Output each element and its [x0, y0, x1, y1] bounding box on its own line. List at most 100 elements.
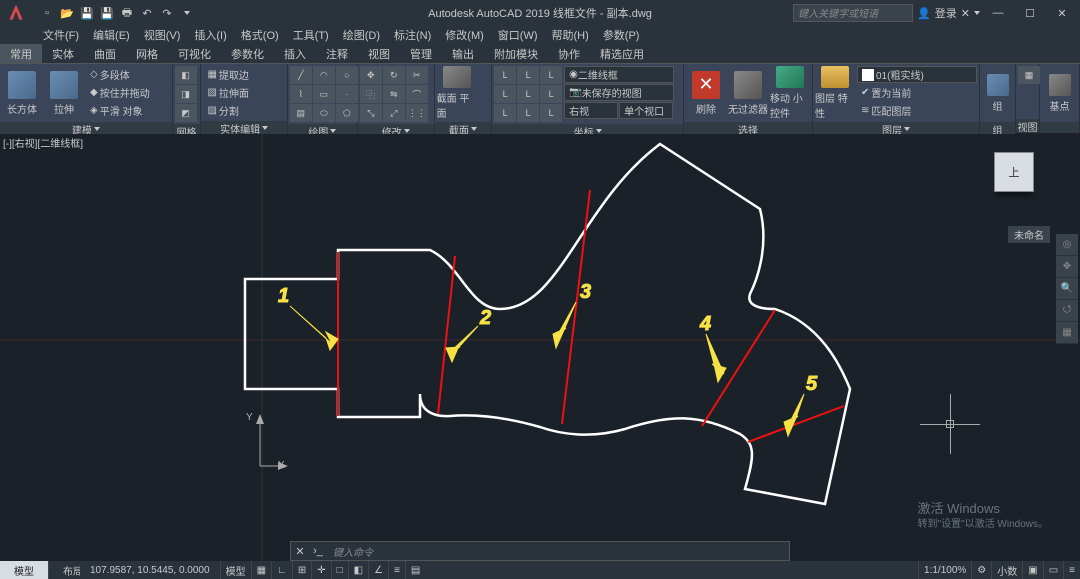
basepoint-button[interactable]: 基点 [1042, 66, 1077, 120]
status-snap-icon[interactable]: ∟ [271, 561, 292, 579]
gizmo-button[interactable]: 移动 小控件 [770, 66, 810, 120]
tab-parametric[interactable]: 参数化 [221, 44, 274, 63]
qat-saveas-icon[interactable]: 💾 [98, 4, 116, 22]
tab-view[interactable]: 视图 [358, 44, 400, 63]
minimize-button[interactable]: — [984, 3, 1012, 23]
menu-modify[interactable]: 修改(M) [438, 26, 491, 44]
qat-undo-icon[interactable]: ↶ [138, 4, 156, 22]
status-osnap-icon[interactable]: □ [331, 561, 348, 579]
exchange-icon[interactable]: ✕ [961, 7, 970, 20]
extrudeface-button[interactable]: ▧ 拉伸面 [203, 84, 252, 101]
tab-featured[interactable]: 精选应用 [590, 44, 654, 63]
ucs-btn6[interactable]: L [540, 85, 562, 103]
status-trans-icon[interactable]: ▤ [405, 561, 425, 579]
mirror-button[interactable]: ⇋ [383, 85, 405, 103]
viewcube-face[interactable]: 上 [994, 152, 1034, 192]
navwheel-icon[interactable]: ◎ [1056, 234, 1078, 256]
menu-format[interactable]: 格式(O) [234, 26, 286, 44]
menu-help[interactable]: 帮助(H) [545, 26, 596, 44]
status-model[interactable]: 模型 [220, 561, 251, 579]
close-button[interactable]: ✕ [1048, 3, 1076, 23]
view-btn[interactable]: ▦ [1018, 66, 1040, 84]
erase-button[interactable]: ✕刷除 [686, 66, 726, 120]
extrude-button[interactable]: 拉伸 [44, 66, 84, 120]
menu-dimension[interactable]: 标注(N) [387, 26, 438, 44]
login-label[interactable]: 登录 [935, 5, 957, 21]
array-button[interactable]: ⋮⋮ [406, 104, 428, 122]
orbit-icon[interactable]: ⭯ [1056, 300, 1078, 322]
nofilter-button[interactable]: 无过滤器 [728, 66, 768, 120]
cmd-close-icon[interactable]: ✕ [291, 542, 309, 560]
box-button[interactable]: 长方体 [2, 66, 42, 120]
ucs-btn3[interactable]: L [540, 66, 562, 84]
command-input[interactable]: 键入命令 [327, 544, 789, 559]
status-decimal[interactable]: 小数 [991, 561, 1022, 579]
sectionplane-button[interactable]: 截面 平面 [437, 66, 477, 120]
poly-button[interactable]: ⬠ [336, 104, 358, 122]
status-3dosnap-icon[interactable]: ◧ [348, 561, 368, 579]
menu-param[interactable]: 参数(P) [596, 26, 647, 44]
matchlayer-button[interactable]: ≋ 匹配图层 [857, 102, 977, 119]
status-iso-icon[interactable]: ▣ [1022, 561, 1042, 579]
tab-home[interactable]: 常用 [0, 44, 42, 63]
command-line[interactable]: ✕ ›_ 键入命令 [290, 541, 790, 561]
menu-window[interactable]: 窗口(W) [491, 26, 545, 44]
tab-insert[interactable]: 插入 [274, 44, 316, 63]
status-custom-icon[interactable]: ≡ [1063, 561, 1080, 579]
status-otrack-icon[interactable]: ∠ [368, 561, 388, 579]
line-button[interactable]: ╱ [290, 66, 312, 84]
pan-icon[interactable]: ✥ [1056, 256, 1078, 278]
ell-button[interactable]: ⬭ [313, 104, 335, 122]
layer-dropdown[interactable]: 01(粗实线) [857, 66, 977, 83]
menu-tools[interactable]: 工具(T) [286, 26, 336, 44]
circle-button[interactable]: ○ [336, 66, 358, 84]
view-unnamed-label[interactable]: 未命名 [1008, 226, 1050, 243]
qat-open-icon[interactable]: 📂 [58, 4, 76, 22]
mesh-btn1[interactable]: ◧ [175, 66, 197, 84]
menu-edit[interactable]: 编辑(E) [86, 26, 137, 44]
app-logo[interactable] [0, 0, 32, 26]
qat-plot-icon[interactable]: 🖶 [118, 4, 136, 22]
presspull-button[interactable]: ◆ 按住并拖动 [86, 84, 154, 101]
qat-new-icon[interactable]: ▫ [38, 4, 56, 22]
extractedges-button[interactable]: ▦ 提取边 [203, 66, 252, 83]
pline-button[interactable]: ⌇ [290, 85, 312, 103]
zoom-icon[interactable]: 🔍 [1056, 278, 1078, 300]
tab-collab[interactable]: 协作 [548, 44, 590, 63]
ucs-btn4[interactable]: L [494, 85, 516, 103]
status-clean-icon[interactable]: ▭ [1043, 561, 1063, 579]
help-dropdown-icon[interactable] [974, 7, 980, 19]
maximize-button[interactable]: ☐ [1016, 3, 1044, 23]
scale-button[interactable]: ⤢ [383, 104, 405, 122]
tab-manage[interactable]: 管理 [400, 44, 442, 63]
tab-model[interactable]: 模型 [0, 561, 49, 579]
menu-insert[interactable]: 插入(I) [187, 26, 233, 44]
qat-dropdown-icon[interactable] [178, 4, 196, 22]
savedview-dropdown[interactable]: 📷 未保存的视图 [564, 84, 674, 101]
tab-output[interactable]: 输出 [442, 44, 484, 63]
user-icon[interactable]: 👤 [917, 7, 931, 20]
tab-surface[interactable]: 曲面 [84, 44, 126, 63]
split-button[interactable]: ▨ 分割 [203, 102, 252, 119]
status-polar-icon[interactable]: ✛ [311, 561, 330, 579]
ucs-btn2[interactable]: L [517, 66, 539, 84]
menu-file[interactable]: 文件(F) [36, 26, 86, 44]
arc-button[interactable]: ◠ [313, 66, 335, 84]
stretch-button[interactable]: ⤡ [360, 104, 382, 122]
group-button[interactable]: 组 [982, 66, 1013, 120]
ucs-btn5[interactable]: L [517, 85, 539, 103]
ucs-btn8[interactable]: L [517, 104, 539, 122]
qat-save-icon[interactable]: 💾 [78, 4, 96, 22]
tab-visualize[interactable]: 可视化 [168, 44, 221, 63]
polysolid-button[interactable]: ◇ 多段体 [86, 66, 154, 83]
viewport-dropdown[interactable]: 单个视口 [619, 102, 673, 119]
ucs-btn1[interactable]: L [494, 66, 516, 84]
tab-mesh[interactable]: 网格 [126, 44, 168, 63]
copy-button[interactable]: ⿻ [360, 85, 382, 103]
status-grid-icon[interactable]: ▦ [251, 561, 271, 579]
mesh-btn2[interactable]: ◨ [175, 85, 197, 103]
cmd-chevron-icon[interactable]: ›_ [309, 542, 327, 560]
tab-addons[interactable]: 附加模块 [484, 44, 548, 63]
status-ortho-icon[interactable]: ⊞ [292, 561, 311, 579]
drawing-viewport[interactable]: [-][右视][二维线框] 1 2 3 4 5 Y X 上 [0, 134, 1080, 561]
